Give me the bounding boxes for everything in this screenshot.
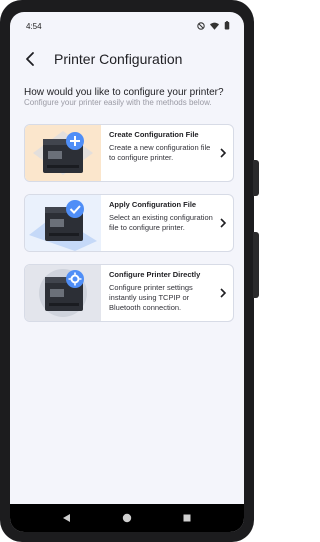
status-icons <box>197 21 230 30</box>
option-title: Configure Printer Directly <box>109 270 201 279</box>
back-arrow-icon[interactable] <box>22 50 40 68</box>
apply-config-illustration <box>25 195 101 251</box>
option-description: Configure printer settings instantly usi… <box>109 283 193 312</box>
wifi-icon <box>210 22 219 30</box>
app-header: Printer Configuration <box>10 48 244 72</box>
status-time: 4:54 <box>26 22 42 31</box>
option-title: Create Configuration File <box>109 130 199 139</box>
create-config-illustration <box>25 125 101 181</box>
option-title: Apply Configuration File <box>109 200 197 209</box>
nav-home-icon[interactable] <box>122 513 132 523</box>
intro-subtitle: Configure your printer easily with the m… <box>24 98 212 107</box>
battery-icon <box>224 21 230 30</box>
option-create-config-file[interactable]: Create Configuration File Create a new c… <box>24 124 234 182</box>
app-screen: 4:54 Printer Configuration How would you… <box>10 12 244 532</box>
nav-back-icon[interactable] <box>62 513 72 523</box>
power-button <box>253 232 259 298</box>
dnd-icon <box>197 21 205 30</box>
option-description: Create a new configuration file to confi… <box>109 143 211 162</box>
chevron-right-icon <box>220 218 227 228</box>
status-bar: 4:54 <box>10 12 244 38</box>
page-title: Printer Configuration <box>54 51 183 67</box>
system-nav-bar <box>10 504 244 532</box>
option-configure-directly[interactable]: Configure Printer Directly Configure pri… <box>24 264 234 322</box>
chevron-right-icon <box>220 288 227 298</box>
chevron-right-icon <box>220 148 227 158</box>
configure-directly-illustration <box>25 265 101 321</box>
volume-button <box>253 160 259 196</box>
option-apply-config-file[interactable]: Apply Configuration File Select an exist… <box>24 194 234 252</box>
nav-recents-icon[interactable] <box>182 513 192 523</box>
intro-question: How would you like to configure your pri… <box>24 87 224 98</box>
option-description: Select an existing configuration file to… <box>109 213 213 232</box>
